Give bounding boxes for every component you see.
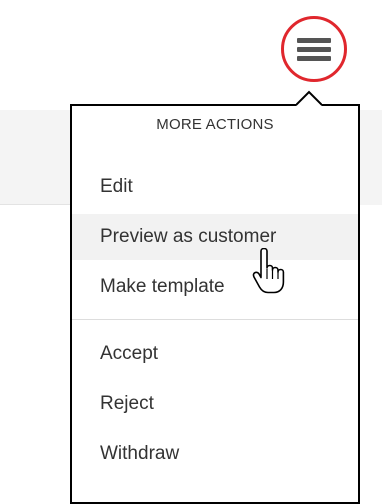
menu-item-edit[interactable]: Edit xyxy=(72,164,358,210)
menu-item-make-template[interactable]: Make template xyxy=(72,264,358,310)
menu-divider xyxy=(72,319,358,320)
background-divider xyxy=(0,204,70,205)
more-actions-menu-button[interactable] xyxy=(279,14,349,84)
menu-item-withdraw[interactable]: Withdraw xyxy=(72,431,358,477)
more-actions-dropdown: MORE ACTIONS Edit Preview as customer Ma… xyxy=(70,104,360,504)
menu-header: MORE ACTIONS xyxy=(156,116,274,133)
menu-item-preview-as-customer[interactable]: Preview as customer xyxy=(72,214,358,260)
menu-item-accept[interactable]: Accept xyxy=(72,331,358,377)
dropdown-caret xyxy=(296,90,322,106)
menu-item-reject[interactable]: Reject xyxy=(72,381,358,427)
hand-pointer-icon xyxy=(252,248,285,294)
